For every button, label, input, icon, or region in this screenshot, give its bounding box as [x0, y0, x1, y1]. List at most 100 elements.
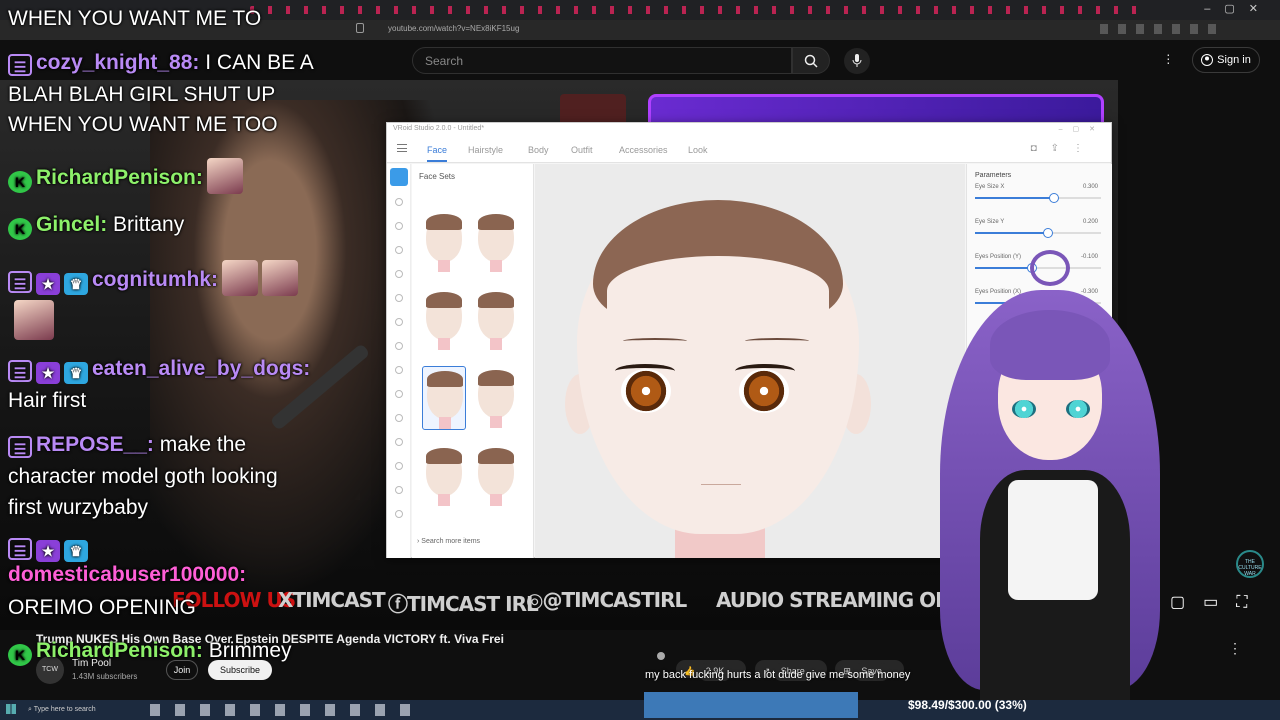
eyebrow-icon[interactable]: [395, 198, 403, 206]
param-slider-knob[interactable]: [1049, 193, 1060, 203]
param-value[interactable]: 0.300: [1083, 184, 1098, 190]
left-eyebrow: [623, 338, 687, 344]
vtuber-right-eye: [1066, 400, 1090, 418]
live-subtitle: my back fucking hurts a lot dude give me…: [645, 669, 911, 681]
search-placeholder: Search: [425, 54, 464, 68]
eyelash-icon[interactable]: [395, 246, 403, 254]
video-title: Trump NUKES His Own Base Over Epstein DE…: [36, 632, 504, 646]
search-input[interactable]: Search: [412, 47, 792, 74]
vtuber-avatar: [920, 250, 1180, 700]
param-slider-knob[interactable]: [1043, 228, 1054, 238]
subscribe-button[interactable]: Subscribe: [208, 660, 272, 680]
left-eye: [621, 369, 671, 413]
face-set-item[interactable]: [474, 366, 518, 430]
brush-icon[interactable]: [395, 366, 403, 374]
nose-icon[interactable]: [395, 294, 403, 302]
search-more-label: Search more items: [421, 538, 481, 545]
subscriber-count: 1.43M subscribers: [72, 672, 138, 681]
channel-name[interactable]: Tim Pool: [72, 658, 111, 669]
vtuber-collar: [1008, 480, 1098, 600]
mouth-icon[interactable]: [395, 318, 403, 326]
windows-start-icon[interactable]: [6, 704, 16, 714]
microphone-icon: [852, 54, 862, 67]
highlight-icon[interactable]: [395, 486, 403, 494]
tab-face[interactable]: Face: [427, 145, 448, 162]
url-text[interactable]: youtube.com/watch?v=NEx8iKF15ug: [388, 24, 519, 33]
more-actions-icon[interactable]: ⋮: [1228, 640, 1242, 657]
eye-icon[interactable]: [395, 222, 403, 230]
donation-goal-bar: [644, 692, 858, 718]
follow-us-text: FOLLOW US: [172, 588, 296, 612]
search-more-items-link[interactable]: › Search more items: [417, 538, 480, 545]
instagram-label: @TIMCASTIRL: [542, 588, 687, 612]
face-set-item[interactable]: [474, 210, 518, 274]
settings-icon[interactable]: [395, 510, 403, 518]
vtuber-ahoge: [1030, 250, 1070, 286]
taskbar-app-icons[interactable]: [150, 704, 410, 716]
param-slider-fill: [975, 197, 1055, 199]
youtube-header: Search · · · Sign in: [0, 40, 1280, 80]
tooth-icon[interactable]: [395, 438, 403, 446]
category-rail: [387, 164, 411, 558]
browser-tab-strip[interactable]: –▢✕: [0, 0, 1280, 20]
face-set-item[interactable]: [422, 288, 466, 352]
right-eyebrow: [745, 338, 809, 344]
sign-in-button[interactable]: Sign in: [1192, 47, 1260, 73]
screen: –▢✕ youtube.com/watch?v=NEx8iKF15ug Sear…: [0, 0, 1280, 720]
tab-look[interactable]: Look: [688, 145, 708, 155]
extension-icons[interactable]: [1100, 24, 1220, 34]
makeup-icon[interactable]: [395, 462, 403, 470]
vroid-tab-bar: Face Hairstyle Body Outfit Accessories L…: [387, 137, 1111, 163]
iris-icon[interactable]: [395, 270, 403, 278]
model-forehead: [607, 256, 829, 326]
vroid-window-controls[interactable]: –▢✕: [1059, 125, 1105, 133]
param-value[interactable]: 0.200: [1083, 219, 1098, 225]
vtuber-bangs: [990, 310, 1110, 380]
outline-icon[interactable]: [395, 390, 403, 398]
kick-icon: K: [8, 644, 32, 666]
site-info-icon[interactable]: [356, 23, 364, 33]
face-set-item[interactable]: [474, 444, 518, 508]
player-controls[interactable]: ▢▭⛶: [1170, 592, 1265, 612]
param-slider[interactable]: [975, 193, 1101, 203]
settings-menu-icon[interactable]: · · ·: [1166, 47, 1171, 69]
taskbar-search[interactable]: ⌕ Type here to search: [22, 703, 142, 717]
culture-war-logo: THE CULTURE WAR: [1236, 550, 1264, 578]
voice-search-button[interactable]: [844, 48, 870, 74]
param-slider[interactable]: [975, 228, 1101, 238]
face-set-item[interactable]: [474, 288, 518, 352]
model-viewport[interactable]: [535, 164, 965, 558]
sign-in-label: Sign in: [1217, 54, 1251, 66]
join-button[interactable]: Join: [166, 660, 198, 680]
cheek-icon[interactable]: [395, 414, 403, 422]
vroid-titlebar[interactable]: VRoid Studio 2.0.0 - Untitled* –▢✕: [387, 123, 1111, 137]
caption-icon: [657, 652, 665, 660]
account-icon: [1201, 54, 1214, 66]
ear-icon[interactable]: [395, 342, 403, 350]
param-label: Eye Size X: [975, 184, 1005, 190]
address-bar[interactable]: youtube.com/watch?v=NEx8iKF15ug: [0, 20, 1280, 40]
tab-outfit[interactable]: Outfit: [571, 145, 593, 155]
parameters-heading: Parameters: [975, 172, 1012, 179]
face-set-icon[interactable]: [390, 168, 408, 186]
face-set-item-selected[interactable]: [422, 366, 466, 430]
channel-avatar[interactable]: TCW: [36, 656, 64, 684]
instagram-handle: ◎@TIMCASTIRL: [526, 588, 687, 612]
param-slider-fill: [975, 232, 1049, 234]
face-set-item[interactable]: [422, 444, 466, 508]
tab-body[interactable]: Body: [528, 145, 549, 155]
windows-taskbar: ⌕ Type here to search: [0, 700, 1280, 720]
mouth: [701, 484, 741, 485]
browser-tabs[interactable]: [250, 6, 1150, 14]
tab-hairstyle[interactable]: Hairstyle: [468, 145, 503, 155]
param-label: Eye Size Y: [975, 219, 1005, 225]
search-button[interactable]: [792, 47, 830, 74]
facebook-label: TIMCAST IRL: [407, 592, 539, 616]
right-eye: [739, 369, 789, 413]
face-set-item[interactable]: [422, 210, 466, 274]
menu-icon[interactable]: [397, 144, 407, 152]
tab-accessories[interactable]: Accessories: [619, 145, 668, 155]
camera-share-more-icons[interactable]: ◘⇪⋮: [1031, 143, 1097, 154]
window-controls[interactable]: –▢✕: [1204, 2, 1272, 15]
face-sets-list[interactable]: Face Sets: [412, 164, 534, 558]
